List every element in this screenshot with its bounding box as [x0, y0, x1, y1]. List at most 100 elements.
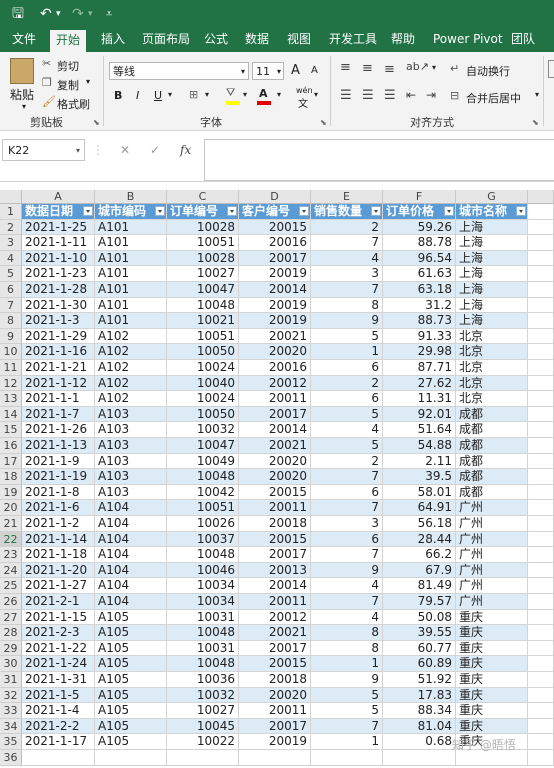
orientation-icon[interactable]: ab↗	[406, 60, 429, 73]
table-cell[interactable]: 4	[311, 578, 383, 594]
empty-cell[interactable]	[528, 656, 554, 672]
tab-developer[interactable]: 开发工具	[329, 28, 377, 52]
align-center-icon[interactable]: ☰	[362, 88, 374, 103]
table-cell[interactable]: 5	[311, 687, 383, 704]
table-cell[interactable]: 20011	[239, 500, 311, 516]
table-cell[interactable]: 1	[311, 656, 383, 672]
table-cell[interactable]: A105	[95, 609, 167, 626]
table-cell[interactable]: 10050	[167, 344, 239, 360]
table-cell[interactable]: 10048	[167, 625, 239, 641]
table-cell[interactable]: 10024	[167, 360, 239, 376]
table-cell[interactable]: 39.5	[383, 469, 456, 485]
table-cell[interactable]: 20015	[239, 656, 311, 672]
table-cell[interactable]: 10027	[167, 266, 239, 282]
empty-cell[interactable]	[528, 687, 554, 704]
table-cell[interactable]: 广州	[456, 547, 528, 563]
table-cell[interactable]: 重庆	[456, 687, 528, 704]
row-header[interactable]: 1	[0, 204, 22, 220]
row-header[interactable]: 10	[0, 344, 22, 360]
table-cell[interactable]: 96.54	[383, 250, 456, 267]
table-cell[interactable]: 北京	[456, 375, 528, 392]
copy-button[interactable]: 复制	[57, 77, 79, 93]
table-cell[interactable]: 20020	[239, 344, 311, 360]
font-name-combo[interactable]: 等线 ▾	[109, 62, 249, 80]
table-cell[interactable]: A104	[95, 531, 167, 548]
column-header-g[interactable]: G	[456, 190, 528, 204]
table-cell[interactable]: 2021-1-25	[22, 219, 95, 236]
empty-cell[interactable]	[528, 360, 554, 376]
table-cell[interactable]: A101	[95, 282, 167, 298]
table-cell[interactable]: 7	[311, 594, 383, 610]
table-cell[interactable]: 8	[311, 297, 383, 314]
tab-file[interactable]: 文件	[12, 28, 36, 52]
empty-cell[interactable]	[95, 750, 167, 766]
table-cell[interactable]: A101	[95, 266, 167, 282]
table-cell[interactable]: 20018	[239, 516, 311, 532]
undo-dropdown-icon[interactable]: ▾	[56, 5, 61, 23]
empty-cell[interactable]	[528, 453, 554, 470]
table-cell[interactable]: 2021-2-2	[22, 718, 95, 735]
row-header[interactable]: 28	[0, 625, 22, 641]
empty-cell[interactable]	[528, 204, 554, 220]
table-cell[interactable]: A101	[95, 219, 167, 236]
table-cell[interactable]: 67.9	[383, 562, 456, 579]
table-cell[interactable]: 10051	[167, 328, 239, 345]
row-header[interactable]: 29	[0, 640, 22, 657]
table-cell[interactable]: 20019	[239, 297, 311, 314]
table-cell[interactable]: A101	[95, 250, 167, 267]
table-cell[interactable]: 广州	[456, 516, 528, 532]
decrease-indent-icon[interactable]: ⇤	[406, 88, 416, 102]
table-cell[interactable]: 20020	[239, 469, 311, 485]
table-cell[interactable]: 20016	[239, 360, 311, 376]
row-header[interactable]: 22	[0, 531, 22, 548]
table-cell[interactable]: 6	[311, 391, 383, 407]
empty-cell[interactable]	[239, 750, 311, 766]
select-all-corner[interactable]	[0, 190, 22, 204]
paste-button[interactable]: 粘贴	[10, 86, 34, 103]
row-header[interactable]: 36	[0, 750, 22, 766]
tab-data[interactable]: 数据	[245, 28, 269, 52]
empty-cell[interactable]	[528, 469, 554, 485]
table-cell[interactable]: 20017	[239, 547, 311, 563]
filter-dropdown-icon[interactable]	[83, 206, 93, 216]
table-cell[interactable]: 10032	[167, 687, 239, 704]
row-header[interactable]: 33	[0, 703, 22, 719]
table-cell[interactable]: 20018	[239, 672, 311, 688]
table-cell[interactable]: 60.77	[383, 640, 456, 657]
fill-color-icon[interactable]: ⛛	[226, 86, 235, 100]
empty-cell[interactable]	[528, 609, 554, 626]
row-header[interactable]: 31	[0, 672, 22, 688]
table-cell[interactable]: 上海	[456, 313, 528, 329]
font-name-dropdown-icon[interactable]: ▾	[241, 63, 245, 81]
table-cell[interactable]: 2021-1-31	[22, 672, 95, 688]
table-cell[interactable]: 20017	[239, 250, 311, 267]
table-cell[interactable]: 10050	[167, 406, 239, 423]
table-cell[interactable]: 1	[311, 344, 383, 360]
table-cell[interactable]: 10048	[167, 469, 239, 485]
redo-icon[interactable]: ↷	[72, 5, 84, 23]
column-header-d[interactable]: D	[239, 190, 311, 204]
table-cell[interactable]: 54.88	[383, 438, 456, 454]
table-cell[interactable]: 8	[311, 640, 383, 657]
name-box[interactable]: K22 ▾	[2, 139, 85, 161]
empty-cell[interactable]	[528, 500, 554, 516]
table-cell[interactable]: 上海	[456, 282, 528, 298]
filter-dropdown-icon[interactable]	[371, 206, 381, 216]
table-cell[interactable]: 广州	[456, 594, 528, 610]
alignment-launcher-icon[interactable]: ⬊	[532, 118, 539, 127]
tab-view[interactable]: 视图	[287, 28, 311, 52]
row-header[interactable]: 26	[0, 594, 22, 610]
table-cell[interactable]: 20014	[239, 282, 311, 298]
table-cell[interactable]: 成都	[456, 469, 528, 485]
table-cell[interactable]: 北京	[456, 360, 528, 376]
empty-cell[interactable]	[528, 282, 554, 298]
table-cell[interactable]: 上海	[456, 266, 528, 282]
empty-cell[interactable]	[528, 578, 554, 594]
table-cell[interactable]: 87.71	[383, 360, 456, 376]
table-cell[interactable]: 2.11	[383, 453, 456, 470]
table-cell[interactable]: 10026	[167, 516, 239, 532]
row-header[interactable]: 23	[0, 547, 22, 563]
table-cell[interactable]: 7	[311, 282, 383, 298]
table-cell[interactable]: 2	[311, 219, 383, 236]
table-cell[interactable]: 20019	[239, 313, 311, 329]
